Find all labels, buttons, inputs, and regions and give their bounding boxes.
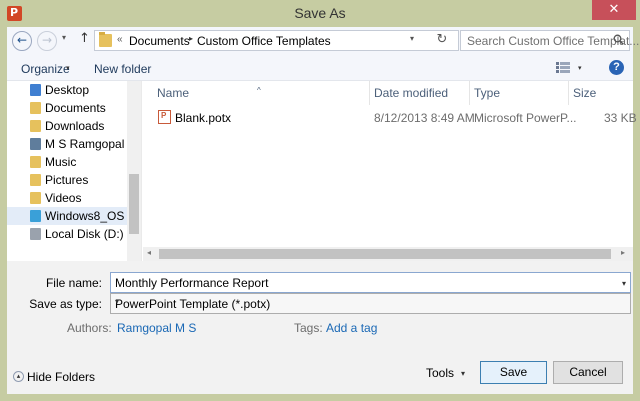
new-folder-button[interactable]: New folder xyxy=(94,62,151,76)
sidebar-item-label: Desktop xyxy=(45,83,90,97)
cancel-button[interactable]: Cancel xyxy=(553,361,623,384)
desktop-icon xyxy=(30,84,41,96)
dialog-footer: ▴ Hide Folders Tools ▾ Save Cancel xyxy=(7,341,633,394)
column-header-size[interactable]: Size xyxy=(573,86,596,100)
address-overflow-chevron-icon[interactable]: « xyxy=(117,34,123,45)
column-divider[interactable] xyxy=(469,81,470,105)
sidebar-item[interactable]: Videos xyxy=(7,189,127,207)
scrollbar-thumb[interactable] xyxy=(129,174,139,234)
music-folder-icon xyxy=(30,156,41,168)
window-title: Save As xyxy=(294,5,346,21)
file-name-dropdown-icon[interactable]: ▾ xyxy=(622,279,626,288)
scroll-left-icon[interactable]: ◂ xyxy=(147,248,151,257)
file-list: Name ^ Date modified Type Size Blank.pot… xyxy=(143,81,637,261)
network-user-icon xyxy=(30,138,41,150)
videos-folder-icon xyxy=(30,192,41,204)
sidebar-item[interactable]: Pictures xyxy=(7,171,127,189)
breadcrumb-documents[interactable]: Documents xyxy=(129,34,190,48)
save-as-dialog: Save As ✕ ← → ▾ ↑ « Documents ▸ Custom O… xyxy=(0,0,640,401)
file-name-input[interactable] xyxy=(115,275,610,290)
column-header-row: Name ^ Date modified Type Size xyxy=(143,81,633,105)
refresh-button[interactable]: ↻ xyxy=(431,32,453,49)
sidebar-item[interactable]: Downloads xyxy=(7,117,127,135)
column-divider[interactable] xyxy=(369,81,370,105)
save-as-type-select[interactable]: PowerPoint Template (*.potx) ▾ xyxy=(110,293,631,314)
sidebar-item-label: Local Disk (D:) xyxy=(45,227,124,241)
sidebar-item[interactable]: Windows8_OS (C:) xyxy=(7,207,141,225)
file-date-modified: 8/12/2013 8:49 AM xyxy=(374,111,475,125)
tools-button[interactable]: Tools xyxy=(426,366,454,380)
view-options-icon[interactable] xyxy=(556,62,570,73)
organize-button[interactable]: Organize xyxy=(21,62,70,76)
file-type: Microsoft PowerP... xyxy=(474,111,577,125)
save-as-type-dropdown-icon[interactable]: ▾ xyxy=(115,297,626,306)
navigation-pane-scrollbar[interactable] xyxy=(127,81,141,261)
save-button[interactable]: Save xyxy=(480,361,547,384)
tags-label: Tags: xyxy=(294,321,323,335)
scroll-right-icon[interactable]: ▸ xyxy=(621,248,625,257)
authors-value[interactable]: Ramgopal M S xyxy=(117,321,196,335)
breadcrumb-separator-icon[interactable]: ▸ xyxy=(189,34,193,43)
search-box[interactable]: Search Custom Office Templat... xyxy=(460,30,639,51)
file-row[interactable]: Blank.potx 8/12/2013 8:49 AM Microsoft P… xyxy=(143,107,637,127)
column-divider[interactable] xyxy=(568,81,569,105)
title-bar: Save As ✕ xyxy=(0,0,640,27)
pictures-folder-icon xyxy=(30,174,41,186)
sidebar-item-label: Downloads xyxy=(45,119,105,133)
help-icon[interactable]: ? xyxy=(609,60,624,75)
navigation-pane: Desktop Documents Downloads M S Ramgopal (r… xyxy=(7,81,142,261)
collapse-icon: ▴ xyxy=(13,371,24,382)
sidebar-item[interactable]: M S Ramgopal (ra xyxy=(7,135,141,153)
file-name[interactable]: Blank.potx xyxy=(175,111,231,125)
breadcrumb-custom-office-templates[interactable]: Custom Office Templates xyxy=(197,34,331,48)
window-frame-bottom xyxy=(0,394,640,401)
save-form: File name: ▾ Save as type: PowerPoint Te… xyxy=(7,261,633,341)
sidebar-item-label: Pictures xyxy=(45,173,89,187)
up-one-level-button[interactable]: ↑ xyxy=(79,31,90,46)
downloads-folder-icon xyxy=(30,120,41,132)
recent-locations-chevron-icon[interactable]: ▾ xyxy=(62,33,66,42)
sidebar-item-label: Music xyxy=(45,155,77,169)
file-size: 33 KB xyxy=(604,111,637,125)
powerpoint-template-file-icon xyxy=(158,110,171,124)
save-as-type-label: Save as type: xyxy=(29,297,102,311)
back-button[interactable]: ← xyxy=(12,31,32,51)
browser-pane: Desktop Documents Downloads M S Ramgopal (r… xyxy=(7,81,637,261)
file-name-combobox[interactable]: ▾ xyxy=(110,272,631,293)
system-drive-icon xyxy=(30,210,41,222)
organize-dropdown-icon[interactable]: ▾ xyxy=(66,64,70,72)
tools-dropdown-icon[interactable]: ▾ xyxy=(461,369,465,378)
sidebar-item[interactable]: Music xyxy=(7,153,127,171)
authors-label: Authors: xyxy=(67,321,112,335)
folder-icon xyxy=(99,32,112,47)
column-header-type[interactable]: Type xyxy=(474,86,500,100)
column-header-date-modified[interactable]: Date modified xyxy=(374,86,448,100)
hide-folders-label: Hide Folders xyxy=(27,370,96,384)
scrollbar-thumb[interactable] xyxy=(159,249,611,259)
sidebar-item-label: Documents xyxy=(45,101,106,115)
sort-ascending-icon: ^ xyxy=(257,86,261,95)
command-toolbar: Organize ▾ New folder ▾ ? xyxy=(7,54,633,81)
sidebar-item[interactable]: Documents xyxy=(7,99,127,117)
file-list-horizontal-scrollbar[interactable]: ◂ ▸ xyxy=(143,247,633,261)
search-icon xyxy=(613,34,624,45)
address-dropdown-icon[interactable]: ▾ xyxy=(410,34,414,43)
column-header-name[interactable]: Name xyxy=(157,86,189,100)
sidebar-item[interactable]: Desktop xyxy=(7,81,127,99)
file-name-label: File name: xyxy=(45,276,102,290)
local-disk-icon xyxy=(30,228,41,240)
address-bar[interactable]: « Documents ▸ Custom Office Templates ▾ … xyxy=(94,30,459,51)
navigation-bar: ← → ▾ ↑ « Documents ▸ Custom Office Temp… xyxy=(7,27,639,54)
documents-folder-icon xyxy=(30,102,41,114)
forward-button[interactable]: → xyxy=(37,31,57,51)
add-tag-link[interactable]: Add a tag xyxy=(326,321,377,335)
close-button[interactable]: ✕ xyxy=(592,0,636,20)
sidebar-item[interactable]: Local Disk (D:) xyxy=(7,225,127,243)
sidebar-item-label: Videos xyxy=(45,191,82,205)
view-dropdown-icon[interactable]: ▾ xyxy=(578,64,582,72)
